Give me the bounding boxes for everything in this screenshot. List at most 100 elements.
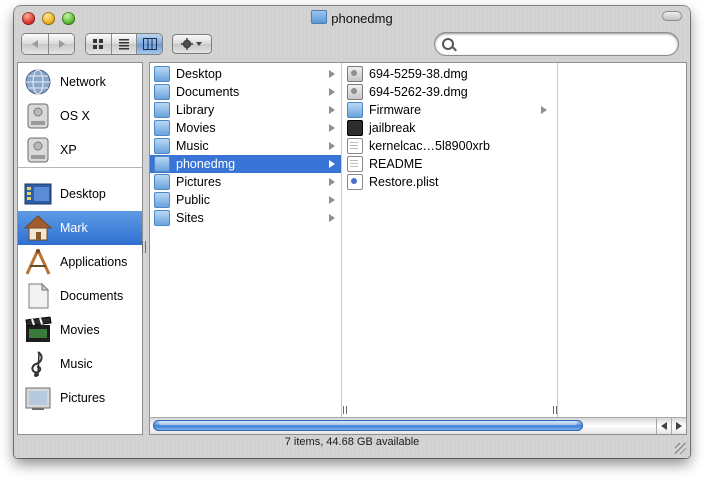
sidebar-item-label: XP	[60, 143, 77, 157]
list-item[interactable]: Firmware	[347, 101, 553, 119]
list-item[interactable]: Music	[154, 137, 341, 155]
sites-folder-icon	[154, 210, 170, 226]
item-label: Desktop	[176, 67, 222, 81]
column-resize-handle[interactable]	[552, 406, 558, 414]
sidebar-item-label: OS X	[60, 109, 90, 123]
horizontal-scrollbar[interactable]	[149, 417, 687, 435]
movies-icon	[24, 316, 52, 344]
column-view-button[interactable]	[137, 34, 162, 54]
sidebar-item-label: Network	[60, 75, 106, 89]
disclosure-arrow-icon	[329, 106, 335, 114]
column-2: 694-5259-38.dmg 694-5262-39.dmg Firmware…	[343, 63, 558, 418]
disclosure-arrow-icon	[329, 178, 335, 186]
list-item[interactable]: Library	[154, 101, 341, 119]
view-mode-control	[86, 34, 162, 54]
documents-folder-icon	[154, 84, 170, 100]
item-label: Public	[176, 193, 211, 207]
list-item[interactable]: Sites	[154, 209, 341, 227]
sidebar-item-label: Pictures	[60, 391, 106, 405]
sidebar-item-label: Music	[60, 357, 93, 371]
sidebar-item-label: Documents	[60, 289, 124, 303]
disclosure-arrow-icon	[329, 196, 335, 204]
scroll-right-button[interactable]	[671, 418, 686, 434]
column-1: Desktop Documents Library Movies Music p…	[150, 63, 347, 418]
folder-icon	[347, 102, 363, 118]
search-icon	[442, 38, 454, 50]
disclosure-arrow-icon	[329, 88, 335, 96]
sidebar-item-mark[interactable]: Mark	[18, 211, 142, 245]
window-title: phonedmg	[14, 10, 690, 26]
list-item[interactable]: README	[347, 155, 553, 173]
scroll-left-button[interactable]	[656, 418, 671, 434]
list-view-button[interactable]	[111, 34, 138, 54]
network-globe-icon	[24, 68, 52, 96]
back-forward-control	[22, 34, 74, 54]
item-label: kernelcac…5l8900xrb	[369, 139, 490, 153]
item-label: Library	[176, 103, 215, 117]
forward-arrow-icon	[58, 40, 65, 48]
item-label: 694-5262-39.dmg	[369, 85, 468, 99]
back-button[interactable]	[22, 34, 49, 54]
movies-folder-icon	[154, 120, 170, 136]
resize-grip-icon[interactable]	[675, 443, 686, 454]
finder-window: phonedmg Network OS X XP Desktop Mark Ap…	[14, 6, 690, 458]
status-bar: 7 items, 44.68 GB available	[284, 436, 420, 448]
sidebar-item-documents[interactable]: Documents	[18, 279, 142, 313]
search-field[interactable]	[435, 33, 678, 55]
item-label: Documents	[176, 85, 240, 99]
home-icon	[23, 214, 53, 242]
action-menu-button[interactable]	[172, 34, 212, 54]
list-item[interactable]: 694-5259-38.dmg	[347, 65, 553, 83]
gear-icon	[181, 38, 202, 50]
list-item[interactable]: Documents	[154, 83, 341, 101]
sidebar-item-pictures[interactable]: Pictures	[18, 381, 142, 415]
sidebar-item-applications[interactable]: Applications	[18, 245, 142, 279]
disclosure-arrow-icon	[329, 70, 335, 78]
music-folder-icon	[154, 138, 170, 154]
sidebar-item-label: Mark	[60, 221, 88, 235]
sidebar-item-music[interactable]: Music	[18, 347, 142, 381]
list-item[interactable]: Pictures	[154, 173, 341, 191]
list-item[interactable]: Public	[154, 191, 341, 209]
hard-drive-icon	[24, 136, 52, 164]
sidebar-item-osx[interactable]: OS X	[18, 99, 142, 133]
toolbar-toggle-button[interactable]	[662, 11, 682, 21]
disk-image-icon	[347, 66, 363, 82]
column-3	[559, 63, 686, 418]
scroll-left-icon	[661, 422, 667, 430]
list-item[interactable]: kernelcac…5l8900xrb	[347, 137, 553, 155]
scrollbar-thumb[interactable]	[153, 420, 583, 431]
list-item[interactable]: Restore.plist	[347, 173, 553, 191]
sidebar-item-label: Desktop	[60, 187, 106, 201]
disclosure-arrow-icon	[329, 142, 335, 150]
list-item-selected[interactable]: phonedmg	[150, 155, 341, 173]
list-item[interactable]: 694-5262-39.dmg	[347, 83, 553, 101]
desktop-icon	[24, 180, 52, 208]
search-input[interactable]	[459, 36, 668, 53]
hard-drive-icon	[24, 102, 52, 130]
executable-icon	[347, 120, 363, 136]
sidebar-item-network[interactable]: Network	[18, 65, 142, 99]
folder-icon	[154, 156, 170, 172]
item-label: phonedmg	[176, 157, 236, 171]
icon-view-button[interactable]	[86, 34, 112, 54]
sidebar-item-label: Movies	[60, 323, 100, 337]
forward-button[interactable]	[49, 34, 74, 54]
sidebar-item-movies[interactable]: Movies	[18, 313, 142, 347]
sidebar-resize-handle[interactable]	[141, 241, 147, 253]
sidebar-item-desktop[interactable]: Desktop	[18, 177, 142, 211]
library-folder-icon	[154, 102, 170, 118]
list-item[interactable]: Desktop	[154, 65, 341, 83]
list-item[interactable]: Movies	[154, 119, 341, 137]
disclosure-arrow-icon	[329, 214, 335, 222]
pictures-folder-icon	[154, 174, 170, 190]
sidebar-divider	[18, 167, 142, 168]
item-label: 694-5259-38.dmg	[369, 67, 468, 81]
item-label: Movies	[176, 121, 216, 135]
window-title-text: phonedmg	[331, 11, 393, 26]
list-view-icon	[119, 39, 129, 50]
item-label: jailbreak	[369, 121, 416, 135]
list-item[interactable]: jailbreak	[347, 119, 553, 137]
item-label: Sites	[176, 211, 204, 225]
sidebar-item-xp[interactable]: XP	[18, 133, 142, 167]
